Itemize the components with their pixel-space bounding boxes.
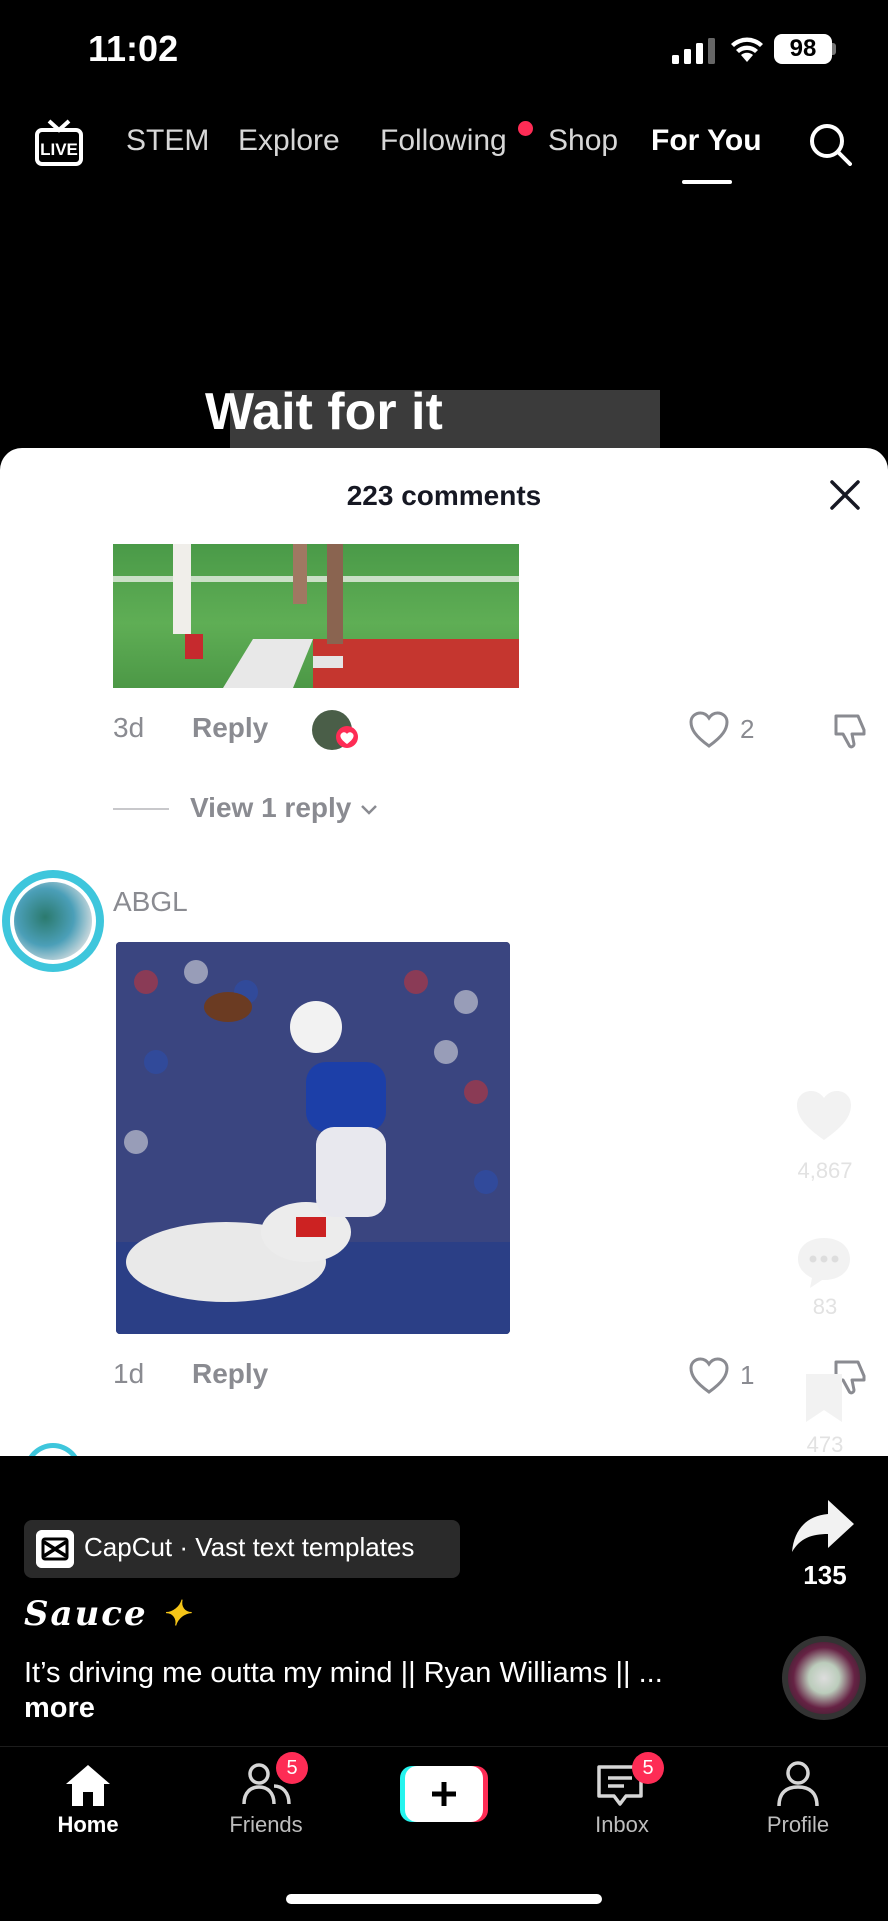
- comment-like-count: 1: [740, 1360, 755, 1390]
- bookmark-icon[interactable]: [800, 1370, 848, 1426]
- live-tv-icon[interactable]: LIVE: [34, 118, 84, 168]
- tab-home[interactable]: Home: [18, 1812, 158, 1838]
- tab-friends[interactable]: Friends: [196, 1812, 336, 1838]
- signal-icon: [672, 38, 715, 64]
- comment-count: 83: [812, 1294, 838, 1319]
- heart-outline-icon[interactable]: [688, 710, 730, 750]
- video-caption: Wait for it: [205, 383, 443, 441]
- commenter-username[interactable]: ABGL: [113, 886, 188, 918]
- post-description[interactable]: It’s driving me outta my mind || Ryan Wi…: [24, 1656, 684, 1726]
- battery-indicator: 98: [774, 34, 832, 64]
- author-name[interactable]: Sauce ✦: [24, 1594, 192, 1634]
- search-icon[interactable]: [808, 122, 852, 166]
- following-notification-dot: [518, 121, 533, 136]
- comment-image-football-field[interactable]: [113, 544, 519, 688]
- tab-for-you[interactable]: For You: [651, 124, 762, 158]
- like-heart-icon[interactable]: [794, 1088, 854, 1144]
- tab-following[interactable]: Following: [380, 124, 507, 158]
- save-count: 473: [806, 1432, 844, 1456]
- inbox-badge: 5: [632, 1752, 664, 1784]
- status-time: 11:02: [88, 28, 179, 69]
- dislike-icon[interactable]: [830, 710, 872, 752]
- commenter-avatar[interactable]: [14, 882, 92, 960]
- active-tab-underline: [682, 180, 732, 184]
- comments-sheet: 223 comments 3d Reply 2 View 1 reply ABG…: [0, 448, 888, 1456]
- close-icon[interactable]: [828, 478, 862, 512]
- comment-bubble-icon[interactable]: [794, 1234, 854, 1290]
- share-arrow-icon[interactable]: [790, 1496, 856, 1556]
- friends-badge: 5: [276, 1752, 308, 1784]
- profile-icon[interactable]: [776, 1760, 820, 1808]
- home-indicator: [286, 1894, 602, 1904]
- dizzy-star-icon: ✦: [161, 1594, 192, 1634]
- capcut-effect-label[interactable]: CapCut · Vast text templates: [84, 1532, 414, 1563]
- comments-count-title: 223 comments: [346, 480, 542, 511]
- chevron-down-icon: [361, 804, 378, 815]
- capcut-logo-icon: [36, 1530, 74, 1568]
- home-icon[interactable]: [64, 1762, 112, 1808]
- tab-explore[interactable]: Explore: [238, 124, 340, 158]
- more-link[interactable]: more: [24, 1692, 95, 1724]
- music-disc-avatar[interactable]: [782, 1636, 866, 1720]
- create-plus-button[interactable]: [400, 1766, 488, 1822]
- battery-tip: [832, 43, 836, 55]
- heart-outline-icon[interactable]: [688, 1356, 730, 1396]
- tab-shop[interactable]: Shop: [548, 124, 618, 158]
- reply-button[interactable]: Reply: [192, 712, 268, 744]
- comment-like-count: 2: [740, 714, 755, 744]
- author-name-text: Sauce: [24, 1594, 148, 1634]
- comment-image-football-play[interactable]: [116, 942, 510, 1334]
- replies-divider: [113, 808, 169, 810]
- post-description-text: It’s driving me outta my mind || Ryan Wi…: [24, 1657, 663, 1689]
- tab-stem[interactable]: STEM: [126, 124, 209, 158]
- tab-profile[interactable]: Profile: [728, 1812, 868, 1838]
- live-label: LIVE: [40, 140, 78, 159]
- reply-button[interactable]: Reply: [192, 1358, 268, 1390]
- comment-age: 3d: [113, 712, 145, 743]
- wifi-icon: [731, 37, 763, 62]
- share-count: 135: [803, 1560, 847, 1590]
- view-replies-label: View 1 reply: [190, 792, 352, 823]
- liked-by-creator-heart-icon: [336, 726, 358, 748]
- comment-age: 1d: [113, 1358, 145, 1389]
- view-replies-link[interactable]: View 1 reply: [190, 792, 379, 824]
- next-commenter-avatar: [24, 1443, 82, 1456]
- tab-inbox[interactable]: Inbox: [552, 1812, 692, 1838]
- like-count: 4,867: [797, 1158, 853, 1183]
